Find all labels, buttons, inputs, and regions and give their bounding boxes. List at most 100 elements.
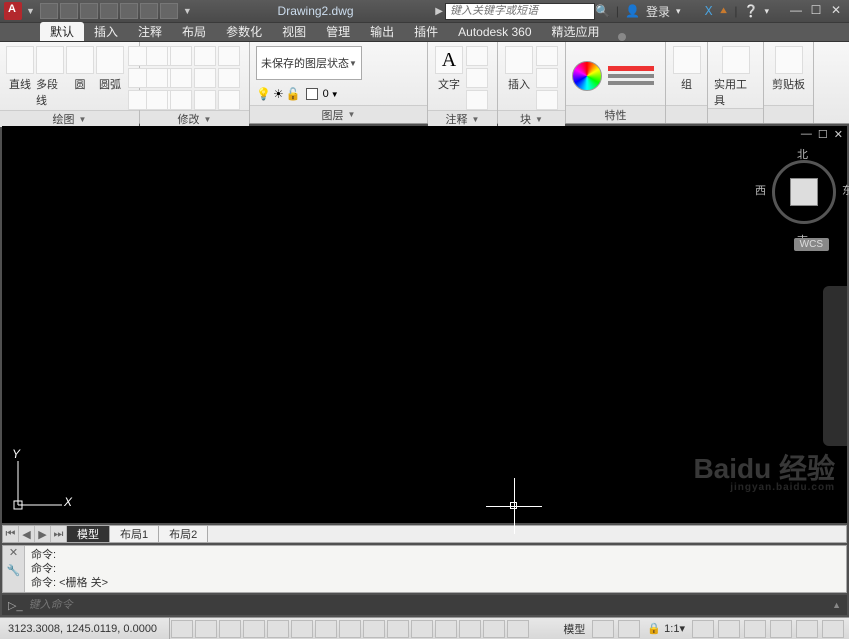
layer-panel-title[interactable]: 图层▼ — [250, 105, 427, 123]
tab-insert[interactable]: 插入 — [84, 22, 128, 41]
viewcube[interactable]: 北 西 东 南 — [769, 146, 839, 246]
trim-tool[interactable] — [194, 46, 216, 66]
status-sc-icon[interactable] — [483, 620, 505, 638]
viewcube-face[interactable] — [790, 178, 818, 206]
polyline-tool[interactable]: 多段线 — [36, 46, 64, 108]
qat-save-icon[interactable] — [80, 3, 98, 19]
layout-tab-model[interactable]: 模型 — [67, 526, 110, 542]
status-layout-icon[interactable] — [592, 620, 614, 638]
layout-next-icon[interactable]: ▶ — [35, 526, 51, 542]
table-tool[interactable] — [466, 90, 488, 110]
app-menu-arrow-icon[interactable]: ▼ — [26, 6, 35, 16]
move-tool[interactable] — [146, 46, 168, 66]
qat-new-icon[interactable] — [40, 3, 58, 19]
tab-layout[interactable]: 布局 — [172, 22, 216, 41]
qat-redo-icon[interactable] — [160, 3, 178, 19]
qat-undo-icon[interactable] — [140, 3, 158, 19]
array-tool[interactable] — [194, 90, 216, 110]
tab-view[interactable]: 视图 — [272, 22, 316, 41]
block-create-tool[interactable] — [536, 46, 558, 66]
app-logo-icon[interactable] — [4, 2, 22, 20]
explode-tool[interactable] — [218, 68, 240, 88]
status-ducs-icon[interactable] — [363, 620, 385, 638]
command-dropdown-icon[interactable]: ▲ — [832, 600, 841, 610]
status-infer-icon[interactable] — [171, 620, 193, 638]
viewcube-west[interactable]: 西 — [755, 182, 766, 198]
status-annoscale-icon[interactable] — [692, 620, 714, 638]
layout-first-icon[interactable]: ⏮ — [3, 526, 19, 542]
rotate-tool[interactable] — [170, 46, 192, 66]
exchange-x-icon[interactable]: Ⅹ — [705, 4, 713, 18]
tab-parametric[interactable]: 参数化 — [216, 22, 272, 41]
block-edit-tool[interactable] — [536, 68, 558, 88]
tab-addins[interactable]: 插件 — [404, 22, 448, 41]
drawing-canvas[interactable]: — ☐ ✕ 北 西 东 南 WCS Y X Baidu 经验 jingyan.b… — [2, 126, 847, 523]
status-qv-icon[interactable] — [618, 620, 640, 638]
help-icon[interactable]: ❔ — [744, 4, 759, 18]
group-tool[interactable]: 组 — [672, 46, 701, 92]
tab-output[interactable]: 输出 — [360, 22, 404, 41]
status-annovis-icon[interactable] — [718, 620, 740, 638]
status-clean-icon[interactable] — [822, 620, 844, 638]
status-polar-icon[interactable] — [267, 620, 289, 638]
clipboard-tool[interactable]: 剪贴板 — [770, 46, 807, 92]
scale-tool[interactable] — [170, 90, 192, 110]
help-search-input[interactable] — [445, 3, 595, 20]
block-panel-title[interactable]: 块▼ — [498, 110, 565, 127]
viewport-close-icon[interactable]: ✕ — [834, 128, 843, 141]
status-lwt-icon[interactable] — [411, 620, 433, 638]
status-ws-icon[interactable] — [744, 620, 766, 638]
layer-on-icon[interactable]: 💡 — [256, 87, 271, 101]
status-tpy-icon[interactable] — [435, 620, 457, 638]
tab-featured[interactable]: 精选应用 — [542, 22, 610, 41]
erase-tool[interactable] — [218, 46, 240, 66]
stretch-tool[interactable] — [146, 90, 168, 110]
exchange-a-icon[interactable]: ⯅ — [719, 4, 729, 19]
copy-tool[interactable] — [146, 68, 168, 88]
tab-a360[interactable]: Autodesk 360 — [448, 22, 541, 41]
status-dyn-icon[interactable] — [387, 620, 409, 638]
tab-annotate[interactable]: 注释 — [128, 22, 172, 41]
viewport-maximize-icon[interactable]: ☐ — [818, 128, 828, 141]
layer-color-swatch[interactable] — [306, 88, 318, 100]
status-3dosnap-icon[interactable] — [315, 620, 337, 638]
wcs-badge[interactable]: WCS — [794, 238, 829, 251]
maximize-button[interactable]: ☐ — [809, 4, 823, 18]
viewcube-east[interactable]: 东 — [842, 182, 849, 198]
status-otrack-icon[interactable] — [339, 620, 361, 638]
fillet-tool[interactable] — [194, 68, 216, 88]
qat-saveas-icon[interactable] — [100, 3, 118, 19]
layout-last-icon[interactable]: ⏭ — [51, 526, 67, 542]
search-binoculars-icon[interactable]: 🔍 — [595, 4, 610, 18]
utilities-tool[interactable]: 实用工具 — [714, 46, 757, 108]
qat-open-icon[interactable] — [60, 3, 78, 19]
status-hw-icon[interactable] — [770, 620, 792, 638]
layout-tab-1[interactable]: 布局1 — [110, 526, 159, 542]
layout-tab-2[interactable]: 布局2 — [159, 526, 208, 542]
layer-lock-icon[interactable]: 🔓 — [286, 87, 301, 101]
block-attr-tool[interactable] — [536, 90, 558, 110]
dimension-tool[interactable] — [466, 46, 488, 66]
status-ortho-icon[interactable] — [243, 620, 265, 638]
draw-panel-title[interactable]: 绘图▼ — [0, 110, 139, 127]
close-button[interactable]: ✕ — [829, 4, 843, 18]
annotate-panel-title[interactable]: 注释▼ — [428, 110, 497, 127]
status-scale[interactable]: 🔒 1:1▾ — [643, 622, 689, 635]
qat-dropdown-icon[interactable]: ▼ — [183, 6, 192, 16]
cmd-close-icon[interactable]: ✕ — [3, 546, 24, 564]
modify-panel-title[interactable]: 修改▼ — [140, 110, 249, 127]
leader-tool[interactable] — [466, 68, 488, 88]
qat-print-icon[interactable] — [120, 3, 138, 19]
text-tool[interactable]: A文字 — [434, 46, 464, 92]
tab-default[interactable]: 默认 — [40, 22, 84, 41]
arc-tool[interactable]: 圆弧 — [96, 46, 124, 92]
minimize-button[interactable]: — — [789, 4, 803, 18]
tab-manage[interactable]: 管理 — [316, 22, 360, 41]
insert-tool[interactable]: 插入 — [504, 46, 534, 92]
status-grid-icon[interactable] — [219, 620, 241, 638]
login-link[interactable]: 登录 — [646, 3, 670, 20]
status-iso-icon[interactable] — [796, 620, 818, 638]
status-snap-icon[interactable] — [195, 620, 217, 638]
command-input[interactable] — [29, 599, 833, 611]
cmd-config-icon[interactable]: 🔧 — [3, 564, 24, 582]
